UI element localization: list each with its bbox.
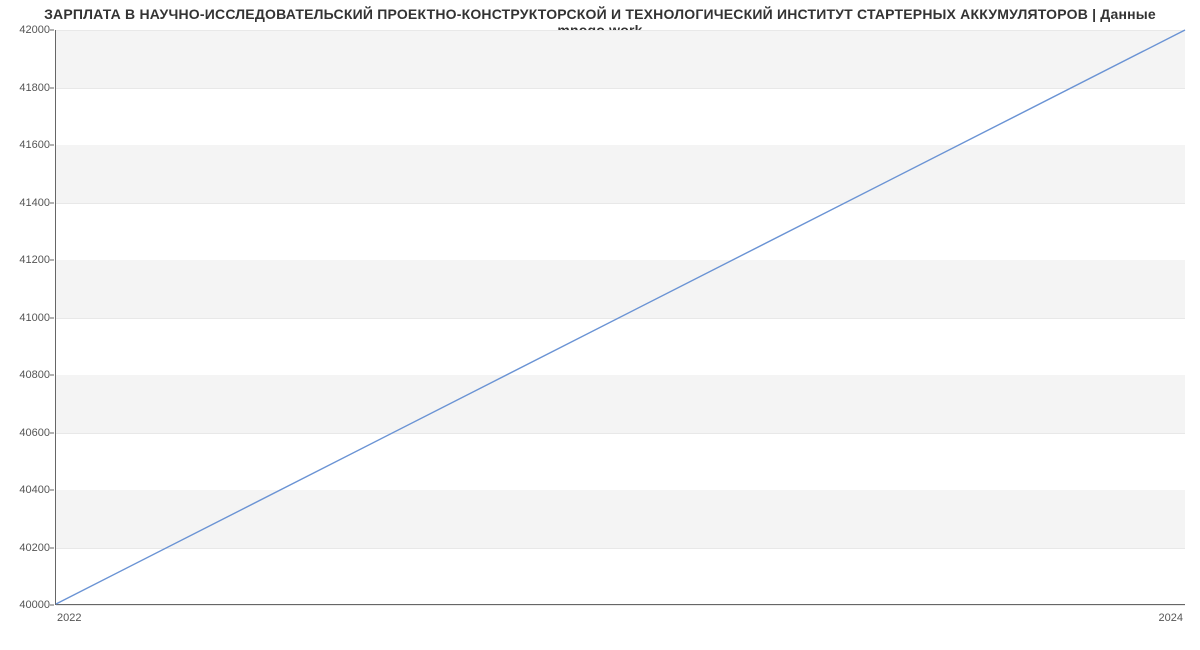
y-tick-label: 40800 [2, 369, 50, 381]
y-tick-mark [50, 605, 54, 606]
y-tick-mark [50, 432, 54, 433]
y-tick-label: 41600 [2, 139, 50, 151]
y-tick-mark [50, 30, 54, 31]
y-tick-mark [50, 547, 54, 548]
y-tick-mark [50, 375, 54, 376]
x-tick-label: 2024 [1159, 612, 1183, 624]
y-tick-mark [50, 145, 54, 146]
y-tick-label: 40400 [2, 484, 50, 496]
y-tick-label: 40600 [2, 427, 50, 439]
y-tick-label: 40000 [2, 599, 50, 611]
y-tick-mark [50, 87, 54, 88]
y-tick-label: 41400 [2, 197, 50, 209]
y-tick-label: 41800 [2, 82, 50, 94]
y-tick-mark [50, 490, 54, 491]
y-tick-mark [50, 202, 54, 203]
x-tick-label: 2022 [57, 612, 81, 624]
y-tick-mark [50, 260, 54, 261]
y-grid-line [56, 605, 1185, 606]
y-tick-label: 40200 [2, 542, 50, 554]
y-tick-mark [50, 317, 54, 318]
plot-area [55, 30, 1185, 605]
chart-container: ЗАРПЛАТА В НАУЧНО-ИССЛЕДОВАТЕЛЬСКИЙ ПРОЕ… [0, 0, 1200, 650]
y-tick-label: 41200 [2, 254, 50, 266]
y-tick-label: 41000 [2, 312, 50, 324]
y-tick-label: 42000 [2, 24, 50, 36]
line-layer [56, 30, 1185, 604]
data-line [56, 30, 1185, 604]
